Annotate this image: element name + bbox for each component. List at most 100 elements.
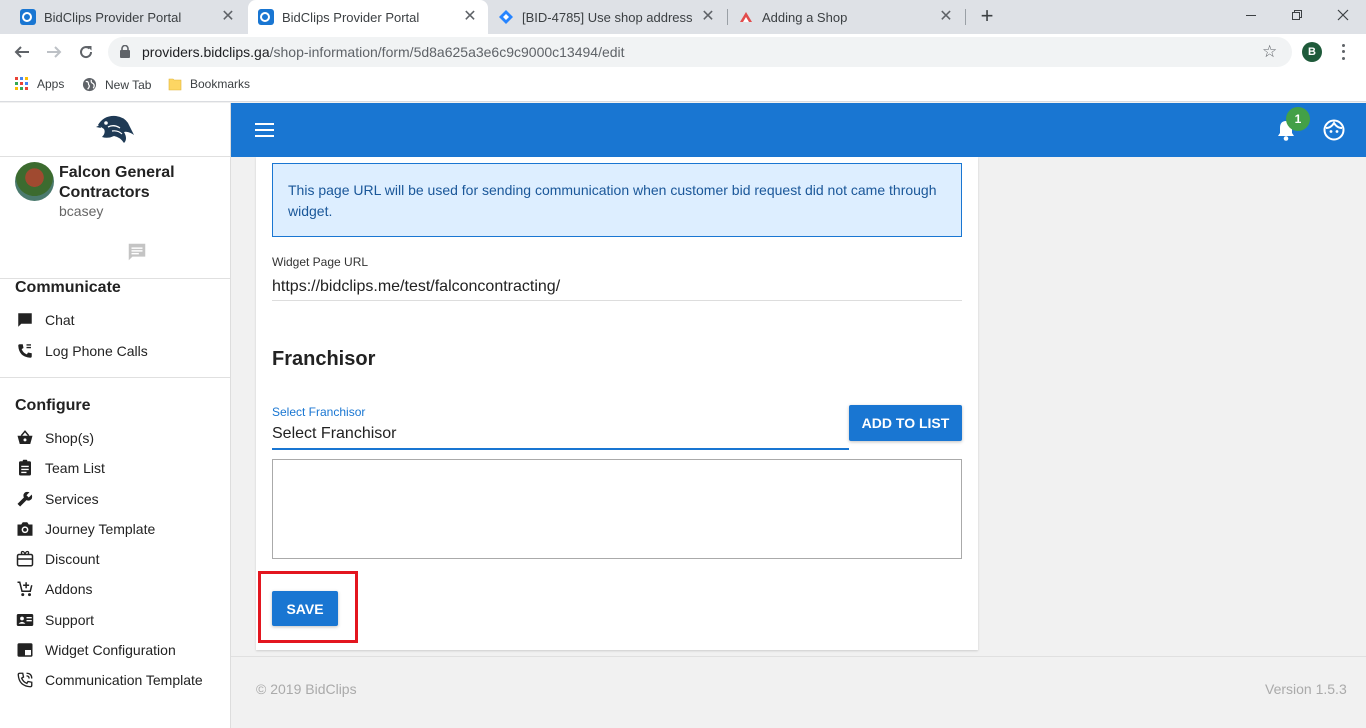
browser-tab-title: BidClips Provider Portal	[282, 9, 420, 25]
sidebar-item-support[interactable]: Support	[15, 610, 94, 630]
browser-toolbar: providers.bidclips.ga/shop-information/f…	[0, 34, 1366, 70]
sidebar-item-label: Support	[45, 612, 95, 628]
url-host: providers.bidclips.ga	[142, 44, 270, 60]
browser-tab-title: [BID-4785] Use shop address to c	[522, 9, 694, 25]
sidebar-item-label: Journey Template	[45, 521, 156, 537]
bookmarks-bar: Apps New Tab Bookmarks	[0, 70, 1366, 102]
sidebar-item-discount[interactable]: Discount	[15, 549, 99, 569]
jira-favicon-icon	[498, 9, 514, 25]
browser-tab-4[interactable]: Adding a Shop ✕	[728, 0, 964, 34]
new-tab-button[interactable]: +	[976, 5, 998, 27]
clipboard-icon	[15, 458, 35, 478]
browser-menu-icon[interactable]	[1336, 42, 1350, 62]
sidebar-item-services[interactable]: Services	[15, 489, 99, 509]
phone-forward-icon	[15, 670, 35, 690]
forward-arrow-icon[interactable]	[44, 42, 64, 62]
bookmark-star-icon[interactable]: ☆	[1262, 42, 1277, 62]
browser-tab-1[interactable]: BidClips Provider Portal ✕	[10, 0, 246, 34]
apps-grid-icon	[15, 77, 29, 91]
sidebar-item-label: Team List	[45, 460, 105, 476]
sidebar-item-widget-configuration[interactable]: Widget Configuration	[15, 640, 176, 660]
bookmark-label: Apps	[37, 77, 65, 91]
sidebar-item-label: Addons	[45, 581, 93, 597]
bidclips-favicon-icon	[20, 9, 36, 25]
account-face-icon[interactable]	[1323, 119, 1345, 141]
globe-icon	[82, 77, 97, 92]
falcon-logo-icon[interactable]	[94, 111, 136, 145]
lock-icon	[120, 45, 130, 58]
app-header: 1	[231, 103, 1366, 157]
notification-count-badge: 1	[1286, 107, 1310, 131]
widget-url-underline	[272, 300, 962, 301]
sidebar-item-journey-template[interactable]: Journey Template	[15, 519, 155, 539]
browser-tab-title: Adding a Shop	[762, 9, 848, 25]
close-tab-icon[interactable]: ✕	[700, 9, 716, 25]
widget-url-value[interactable]: https://bidclips.me/test/falconcontracti…	[272, 278, 560, 296]
wrench-icon	[15, 489, 35, 509]
franchisor-heading: Franchisor	[272, 348, 376, 370]
sidebar-item-label: Communication Template	[45, 672, 203, 688]
browser-profile-avatar[interactable]: B	[1302, 42, 1322, 62]
sidebar-item-log-phone-calls[interactable]: Log Phone Calls	[15, 341, 148, 361]
browser-tab-3[interactable]: [BID-4785] Use shop address to c ✕	[488, 0, 726, 34]
sidebar-item-label: Widget Configuration	[45, 642, 176, 658]
franchisor-select-label: Select Franchisor	[272, 405, 366, 419]
address-bar[interactable]: providers.bidclips.ga/shop-information/f…	[108, 37, 1292, 67]
folder-icon	[168, 77, 182, 91]
section-communicate: Communicate	[15, 279, 121, 296]
sidebar-item-label: Discount	[45, 551, 100, 567]
close-tab-icon[interactable]: ✕	[938, 9, 954, 25]
widget-url-info-box: This page URL will be used for sending c…	[272, 163, 962, 237]
sidebar-item-label: Chat	[45, 312, 75, 328]
add-to-list-button[interactable]: ADD TO LIST	[849, 405, 962, 441]
browser-tab-strip: BidClips Provider Portal ✕ BidClips Prov…	[0, 0, 1366, 34]
url-path: /shop-information/form/5d8a625a3e6c9c900…	[269, 44, 625, 60]
phone-log-icon	[15, 341, 35, 361]
hamburger-menu-icon[interactable]	[255, 123, 274, 137]
widget-icon	[15, 640, 35, 660]
browser-tab-2[interactable]: BidClips Provider Portal ✕	[248, 0, 488, 34]
back-arrow-icon[interactable]	[12, 42, 32, 62]
close-tab-icon[interactable]: ✕	[220, 9, 236, 25]
sidebar-item-chat[interactable]: Chat	[15, 310, 75, 330]
bookmark-label: Bookmarks	[190, 77, 251, 91]
footer-version: Version 1.5.3	[1265, 681, 1347, 697]
bidclips-favicon-icon	[258, 9, 274, 25]
restore-window-icon[interactable]	[1274, 0, 1320, 30]
minimize-window-icon[interactable]	[1228, 0, 1274, 30]
url-text: providers.bidclips.ga/shop-information/f…	[142, 44, 625, 60]
widget-url-label: Widget Page URL	[272, 255, 369, 269]
sidebar-item-team-list[interactable]: Team List	[15, 458, 105, 478]
bookmark-folder[interactable]: Bookmarks	[168, 77, 250, 91]
bookmark-apps[interactable]: Apps	[15, 77, 64, 91]
sidebar-item-addons[interactable]: Addons	[15, 579, 92, 599]
contact-card-icon	[15, 610, 35, 630]
camera-icon	[15, 519, 35, 539]
save-button-highlight	[258, 571, 358, 643]
franchisor-list-box[interactable]	[272, 459, 962, 559]
sidebar-item-shops[interactable]: Shop(s)	[15, 428, 94, 448]
username: bcasey	[59, 203, 104, 219]
section-configure: Configure	[15, 397, 91, 414]
profile-divider	[0, 156, 230, 157]
sidebar-item-communication-template[interactable]: Communication Template	[15, 670, 203, 690]
message-bubble-icon[interactable]	[126, 241, 148, 263]
sidebar-item-label: Shop(s)	[45, 430, 95, 446]
company-avatar	[15, 162, 54, 201]
footer-copyright: © 2019 BidClips	[256, 681, 357, 697]
confluence-favicon-icon	[738, 9, 754, 25]
franchisor-select[interactable]: Select Franchisor	[272, 425, 397, 443]
shop-information-card: This page URL will be used for sending c…	[256, 157, 978, 650]
company-name: Falcon General Contractors	[59, 164, 175, 201]
sidebar-item-label: Log Phone Calls	[45, 343, 148, 359]
reload-icon[interactable]	[76, 42, 96, 62]
chat-icon	[15, 310, 35, 330]
sidebar-item-label: Services	[45, 491, 99, 507]
footer-divider	[231, 656, 1366, 657]
close-window-icon[interactable]	[1320, 0, 1366, 30]
basket-icon	[15, 428, 35, 448]
bookmark-new-tab[interactable]: New Tab	[82, 77, 151, 92]
bookmark-label: New Tab	[105, 77, 152, 92]
close-tab-icon[interactable]: ✕	[462, 9, 478, 25]
browser-tab-title: BidClips Provider Portal	[44, 9, 182, 25]
